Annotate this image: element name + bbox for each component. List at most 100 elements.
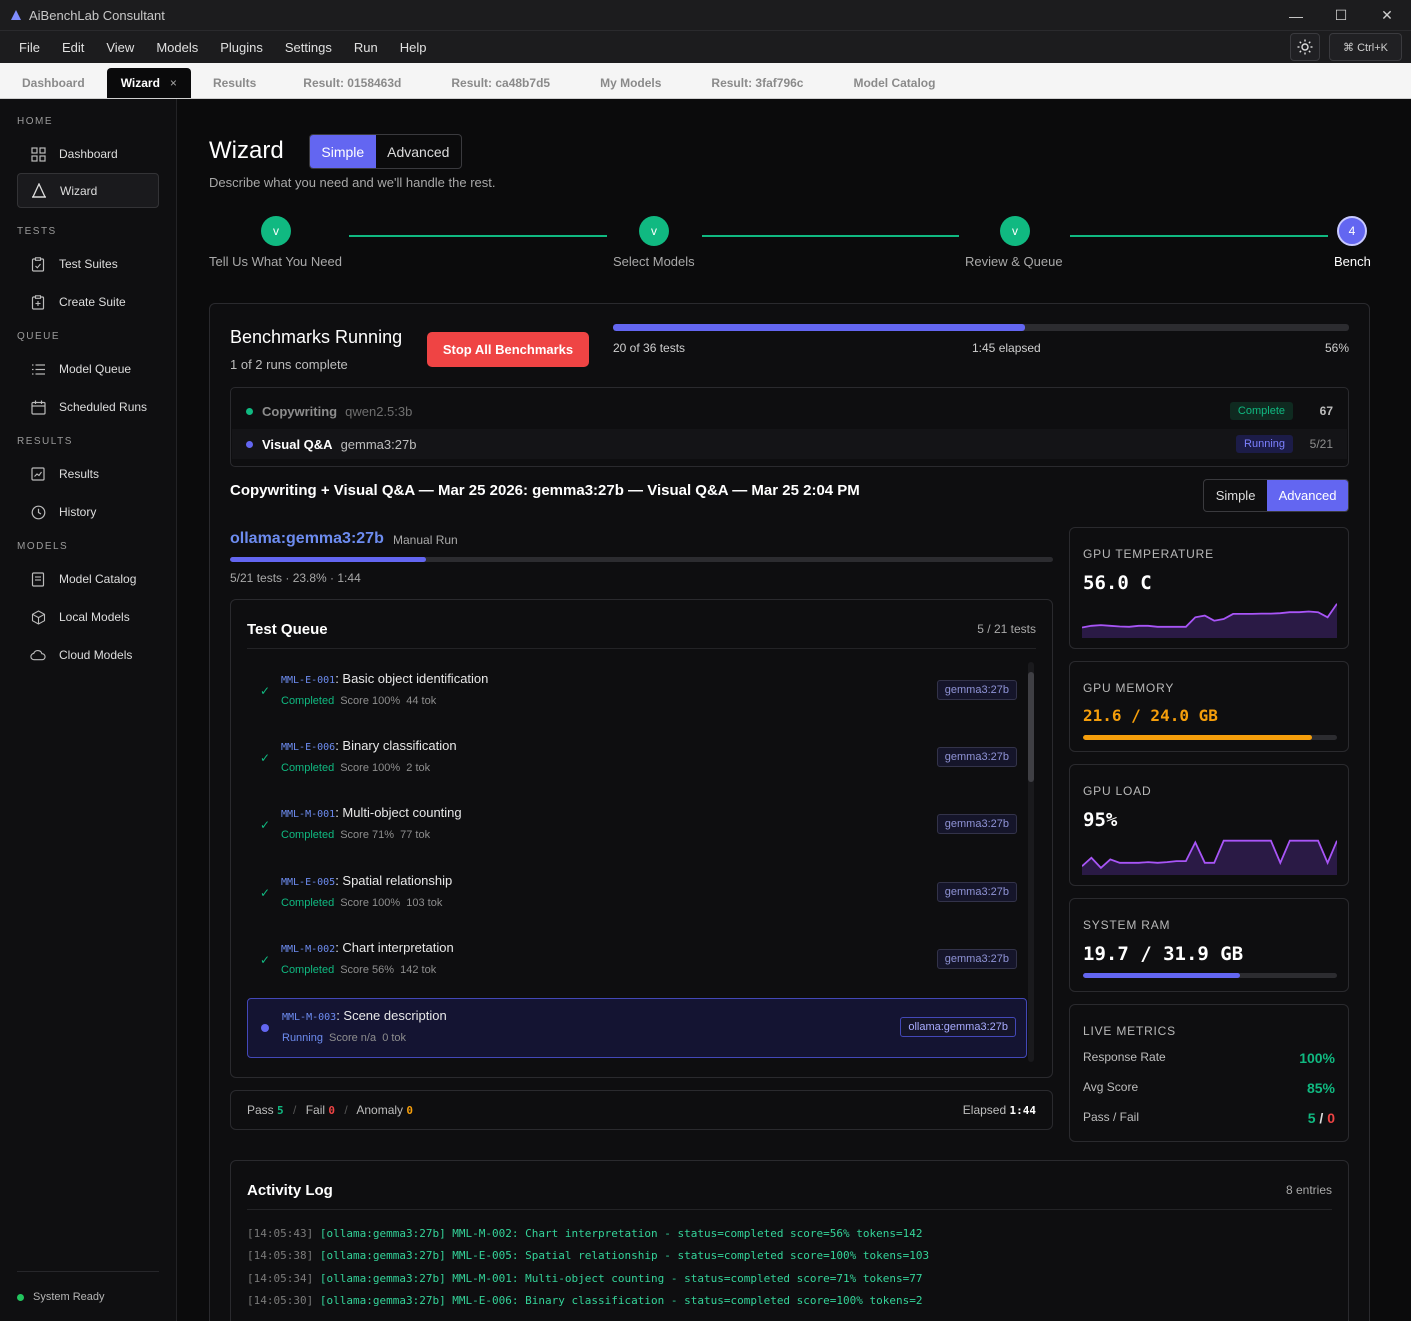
stop-all-benchmarks-button[interactable]: Stop All Benchmarks: [427, 332, 589, 367]
log-entry: [14:05:38] [ollama:gemma3:27b] MML-E-005…: [247, 1249, 929, 1262]
sidebar-item-wizard[interactable]: Wizard: [17, 173, 159, 208]
view-mode-toggle: Simple Advanced: [1203, 479, 1349, 512]
tab-label: Result: ca48b7d5: [451, 76, 551, 90]
tab-bar: Dashboard Wizard × Results Result: 015846…: [0, 63, 1411, 99]
tab-wizard[interactable]: Wizard ×: [106, 68, 191, 98]
queue-item[interactable]: ✓ MML-M-002: Chart interpretation Comple…: [247, 931, 1027, 991]
sidebar-item-label: Cloud Models: [59, 648, 133, 662]
title-bar: AiBenchLab Consultant — ☐ ✕: [0, 0, 1411, 31]
queue-item[interactable]: ✓ MML-E-005: Spatial relationship Comple…: [247, 864, 1027, 924]
theme-toggle-button[interactable]: [1290, 33, 1320, 61]
gpu-memory-bar: [1083, 735, 1337, 740]
run-row[interactable]: Visual Q&A gemma3:27b Running 5/21: [232, 429, 1347, 459]
live-metric-value: 85%: [1306, 1080, 1335, 1096]
run-progress-fill: [230, 557, 426, 562]
check-icon: ✓: [260, 684, 271, 698]
queue-scrollbar[interactable]: [1028, 662, 1034, 1062]
sidebar-item-local-models[interactable]: Local Models: [0, 598, 159, 636]
test-tokens: 0 tok: [382, 1032, 407, 1044]
live-metrics-card: LIVE METRICS Response Rate 100% Avg Score…: [1069, 1004, 1349, 1142]
run-suite: Copywriting: [262, 403, 338, 419]
tab-close-icon[interactable]: ×: [170, 76, 177, 90]
pass-label: Pass: [247, 1103, 274, 1117]
queue-item[interactable]: ✓ MML-M-001: Multi-object counting Compl…: [247, 796, 1027, 856]
tab-result-0158463d[interactable]: Result: 0158463d: [278, 68, 426, 98]
check-icon: ✓: [260, 886, 271, 900]
mode-advanced-button[interactable]: Advanced: [376, 135, 461, 168]
step-4-label: Bench: [1334, 254, 1371, 269]
sidebar-item-label: Results: [59, 467, 100, 481]
run-mode: Manual Run: [393, 533, 458, 547]
gpu-temperature-sparkline: [1082, 603, 1337, 638]
menu-run[interactable]: Run: [343, 40, 389, 55]
menu-view[interactable]: View: [95, 40, 145, 55]
close-window-button[interactable]: ✕: [1364, 0, 1410, 31]
live-metric-row: Avg Score 85%: [1083, 1080, 1335, 1096]
mode-simple-button[interactable]: Simple: [310, 135, 376, 168]
sidebar-item-label: Scheduled Runs: [59, 400, 148, 414]
menu-edit[interactable]: Edit: [51, 40, 95, 55]
menu-models[interactable]: Models: [145, 40, 209, 55]
sidebar-section-tests: TESTS: [17, 226, 57, 237]
fail-label: Fail: [305, 1103, 326, 1117]
maximize-button[interactable]: ☐: [1318, 0, 1364, 31]
check-icon: ✓: [260, 953, 271, 967]
sidebar-item-label: Wizard: [60, 183, 98, 198]
view-advanced-button[interactable]: Advanced: [1267, 480, 1348, 511]
sidebar: HOME Dashboard Wizard TESTS Test Suites …: [0, 99, 177, 1321]
metric-label: SYSTEM RAM: [1083, 918, 1171, 932]
chart-icon: [30, 466, 46, 482]
step-4-marker: 4: [1337, 216, 1367, 246]
menu-settings[interactable]: Settings: [274, 40, 343, 55]
anomaly-count: 0: [406, 1104, 414, 1117]
queue-item[interactable]: ✓ MML-E-006: Binary classification Compl…: [247, 729, 1027, 789]
sidebar-item-model-queue[interactable]: Model Queue: [0, 350, 159, 388]
queue-item-running[interactable]: MML-M-003: Scene description Running Scor…: [247, 998, 1027, 1058]
sidebar-section-home: HOME: [17, 116, 53, 127]
status-dot-icon: [17, 1293, 24, 1301]
bench-subtitle: 1 of 2 runs complete: [230, 357, 348, 372]
tab-label: Dashboard: [22, 76, 85, 90]
tab-result-3faf796c[interactable]: Result: 3faf796c: [686, 68, 828, 98]
log-timestamp: [14:05:34]: [247, 1272, 314, 1285]
divider: [247, 1209, 1332, 1210]
tab-model-catalog[interactable]: Model Catalog: [828, 68, 960, 98]
tab-label: Result: 0158463d: [303, 76, 402, 90]
tab-results[interactable]: Results: [191, 68, 278, 98]
sidebar-item-label: Create Suite: [59, 295, 126, 309]
sidebar-item-model-catalog[interactable]: Model Catalog: [0, 560, 159, 598]
view-simple-button[interactable]: Simple: [1204, 480, 1267, 511]
tab-dashboard[interactable]: Dashboard: [0, 68, 107, 98]
sidebar-item-history[interactable]: History: [0, 493, 159, 531]
queue-scrollbar-thumb[interactable]: [1028, 672, 1034, 782]
test-id: MML-E-006: [281, 742, 336, 753]
sidebar-item-test-suites[interactable]: Test Suites: [0, 245, 159, 283]
metric-value: 19.7 / 31.9 GB: [1083, 943, 1244, 965]
overall-progress-bar: [613, 324, 1349, 331]
test-tokens: 44 tok: [406, 695, 437, 707]
model-badge: ollama:gemma3:27b: [900, 1017, 1016, 1037]
sidebar-item-dashboard[interactable]: Dashboard: [0, 135, 159, 173]
menu-file[interactable]: File: [8, 40, 51, 55]
log-message: [ollama:gemma3:27b] MML-E-005: Spatial r…: [313, 1249, 930, 1262]
sidebar-item-results[interactable]: Results: [0, 455, 159, 493]
tab-my-models[interactable]: My Models: [575, 68, 686, 98]
check-icon: ✓: [260, 751, 271, 765]
list-icon: [30, 361, 46, 377]
sidebar-item-cloud-models[interactable]: Cloud Models: [0, 636, 159, 674]
menu-help[interactable]: Help: [389, 40, 438, 55]
summary-separator: /: [293, 1103, 297, 1117]
command-palette-button[interactable]: ⌘ Ctrl+K: [1329, 33, 1402, 61]
tab-label: Results: [212, 76, 257, 90]
minimize-button[interactable]: —: [1273, 0, 1319, 31]
percent-text: 56%: [1324, 341, 1349, 355]
run-row[interactable]: Copywriting qwen2.5:3b Complete 67: [232, 396, 1347, 426]
sidebar-item-label: Model Catalog: [59, 572, 137, 586]
sidebar-item-scheduled-runs[interactable]: Scheduled Runs: [0, 388, 159, 426]
run-score: 67: [1319, 404, 1333, 418]
tab-result-ca48b7d5[interactable]: Result: ca48b7d5: [426, 68, 575, 98]
sidebar-item-create-suite[interactable]: Create Suite: [0, 283, 159, 321]
queue-item[interactable]: ✓ MML-E-001: Basic object identification…: [247, 662, 1027, 722]
menu-plugins[interactable]: Plugins: [209, 40, 274, 55]
elapsed-label: Elapsed: [962, 1103, 1007, 1117]
